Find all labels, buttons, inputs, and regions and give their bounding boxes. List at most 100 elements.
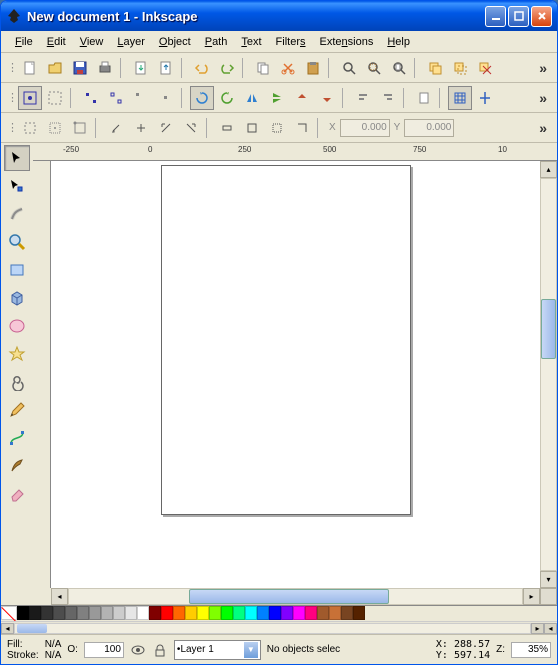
- save-button[interactable]: [68, 56, 92, 80]
- color-swatch[interactable]: [137, 606, 149, 620]
- color-swatch[interactable]: [29, 606, 41, 620]
- rotate-90-cw-button[interactable]: [215, 86, 239, 110]
- 3dbox-tool[interactable]: [4, 285, 30, 311]
- menu-extensions[interactable]: Extensions: [314, 34, 380, 50]
- node-toggle[interactable]: [104, 86, 128, 110]
- color-swatch[interactable]: [41, 606, 53, 620]
- color-swatch[interactable]: [17, 606, 29, 620]
- color-swatch[interactable]: [113, 606, 125, 620]
- toolbar-grip[interactable]: ⋮: [7, 91, 17, 104]
- color-swatch[interactable]: [161, 606, 173, 620]
- color-swatch[interactable]: [245, 606, 257, 620]
- color-swatch[interactable]: [197, 606, 209, 620]
- y-coord-input[interactable]: [404, 119, 454, 137]
- zoom-selection-button[interactable]: [337, 56, 361, 80]
- toolbar-overflow[interactable]: »: [535, 120, 551, 136]
- zoom-tool[interactable]: [4, 229, 30, 255]
- color-swatch[interactable]: [53, 606, 65, 620]
- color-swatch[interactable]: [149, 606, 161, 620]
- bezier-tool[interactable]: [4, 425, 30, 451]
- menu-file[interactable]: File: [9, 34, 39, 50]
- vertical-ruler[interactable]: [33, 161, 51, 588]
- scroll-thumb[interactable]: [17, 624, 47, 633]
- node-tool[interactable]: [4, 173, 30, 199]
- menu-text[interactable]: Text: [235, 34, 267, 50]
- maximize-button[interactable]: [508, 6, 529, 27]
- menu-help[interactable]: Help: [381, 34, 416, 50]
- visibility-icon[interactable]: [130, 642, 146, 658]
- open-button[interactable]: [43, 56, 67, 80]
- flip-h-button[interactable]: [240, 86, 264, 110]
- rotate-90-ccw-button[interactable]: [190, 86, 214, 110]
- redo-button[interactable]: [215, 56, 239, 80]
- zoom-page-button[interactable]: [387, 56, 411, 80]
- doc-props-button[interactable]: [412, 86, 436, 110]
- affect-button[interactable]: [215, 116, 239, 140]
- node-toggle[interactable]: [79, 86, 103, 110]
- pencil-tool[interactable]: [4, 397, 30, 423]
- transform-button[interactable]: [104, 116, 128, 140]
- eraser-tool[interactable]: [4, 481, 30, 507]
- snap-button[interactable]: [18, 116, 42, 140]
- color-swatch[interactable]: [185, 606, 197, 620]
- node-toggle[interactable]: [154, 86, 178, 110]
- paste-button[interactable]: [301, 56, 325, 80]
- flip-v-button[interactable]: [265, 86, 289, 110]
- color-swatch[interactable]: [305, 606, 317, 620]
- rectangle-tool[interactable]: [4, 257, 30, 283]
- color-swatch[interactable]: [293, 606, 305, 620]
- star-tool[interactable]: [4, 341, 30, 367]
- chevron-down-icon[interactable]: ▼: [244, 642, 258, 658]
- snap-button[interactable]: [68, 116, 92, 140]
- menu-path[interactable]: Path: [199, 34, 234, 50]
- scroll-thumb[interactable]: [541, 299, 556, 359]
- scroll-thumb[interactable]: [189, 589, 389, 604]
- select-all-layers-button[interactable]: [18, 86, 42, 110]
- tweak-tool[interactable]: [4, 201, 30, 227]
- stroke-value[interactable]: N/A: [45, 650, 62, 661]
- color-swatch[interactable]: [77, 606, 89, 620]
- scroll-left-button[interactable]: ◂: [1, 623, 14, 634]
- close-button[interactable]: [531, 6, 552, 27]
- raise-button[interactable]: [290, 86, 314, 110]
- toolbar-overflow[interactable]: »: [535, 90, 551, 106]
- color-swatch[interactable]: [101, 606, 113, 620]
- palette-menu-button[interactable]: ◂: [544, 623, 557, 634]
- scroll-up-button[interactable]: ▴: [540, 161, 557, 178]
- horizontal-scrollbar[interactable]: ◂ ▸: [33, 588, 557, 605]
- menu-filters[interactable]: Filters: [270, 34, 312, 50]
- toolbar-grip[interactable]: ⋮: [7, 121, 17, 134]
- scroll-down-button[interactable]: ▾: [540, 571, 557, 588]
- menu-object[interactable]: Object: [153, 34, 197, 50]
- color-swatch[interactable]: [125, 606, 137, 620]
- calligraphy-tool[interactable]: [4, 453, 30, 479]
- transform-button[interactable]: [154, 116, 178, 140]
- opacity-input[interactable]: [84, 642, 124, 658]
- clone-button[interactable]: [448, 56, 472, 80]
- align-button[interactable]: [376, 86, 400, 110]
- color-swatch[interactable]: [173, 606, 185, 620]
- x-coord-input[interactable]: [340, 119, 390, 137]
- color-swatch[interactable]: [341, 606, 353, 620]
- vertical-scrollbar[interactable]: ▴ ▾: [540, 161, 557, 588]
- color-swatch[interactable]: [233, 606, 245, 620]
- unlink-clone-button[interactable]: [473, 56, 497, 80]
- grid-toggle[interactable]: [448, 86, 472, 110]
- color-swatch[interactable]: [1, 606, 17, 620]
- color-swatch[interactable]: [329, 606, 341, 620]
- spiral-tool[interactable]: [4, 369, 30, 395]
- color-swatch[interactable]: [257, 606, 269, 620]
- node-toggle[interactable]: [129, 86, 153, 110]
- cut-button[interactable]: [276, 56, 300, 80]
- snap-button[interactable]: [43, 116, 67, 140]
- lock-icon[interactable]: [152, 642, 168, 658]
- menu-edit[interactable]: Edit: [41, 34, 72, 50]
- affect-button[interactable]: [265, 116, 289, 140]
- selector-tool[interactable]: [4, 145, 30, 171]
- titlebar[interactable]: New document 1 - Inkscape: [1, 1, 557, 31]
- toolbar-grip[interactable]: ⋮: [7, 61, 17, 74]
- scroll-right-button[interactable]: ▸: [523, 588, 540, 605]
- menu-layer[interactable]: Layer: [111, 34, 151, 50]
- lower-button[interactable]: [315, 86, 339, 110]
- color-swatch[interactable]: [221, 606, 233, 620]
